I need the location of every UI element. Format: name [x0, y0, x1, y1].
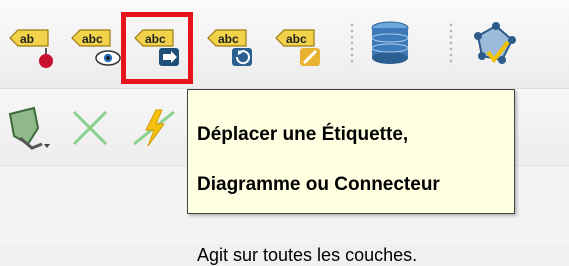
rotate-label-icon: abc — [207, 29, 252, 66]
rotate-label-tool-button[interactable]: abc — [202, 16, 258, 72]
database-tool-button[interactable] — [362, 16, 418, 72]
svg-text:abc: abc — [286, 32, 307, 46]
tooltip-title: Déplacer une Étiquette, Diagramme ou Con… — [197, 97, 505, 222]
database-icon — [371, 21, 409, 64]
edit-label-icon: abc — [275, 29, 320, 66]
cross-lines-icon — [72, 110, 108, 146]
tooltip-body: Agit sur toutes les couches. — [197, 245, 418, 265]
svg-text:abc: abc — [82, 32, 103, 46]
change-label-tool-button[interactable]: abc — [270, 16, 326, 72]
topology-check-icon — [474, 22, 516, 64]
tooltip-title-line-2: Diagramme ou Connecteur — [197, 174, 440, 195]
toolbar-separator — [448, 22, 454, 66]
show-hide-labels-tool-button[interactable]: abc — [66, 16, 122, 72]
svg-text:abc: abc — [218, 32, 239, 46]
pin-labels-tool-button[interactable]: ab — [4, 16, 60, 72]
split-lightning-icon — [133, 109, 175, 147]
highlight-box — [121, 12, 193, 84]
reshape-features-tool-button[interactable] — [2, 100, 58, 156]
eye-label-icon: abc — [71, 29, 121, 66]
topology-tool-button[interactable] — [466, 16, 522, 72]
delete-ring-tool-button[interactable] — [62, 100, 118, 156]
split-features-tool-button[interactable] — [126, 100, 182, 156]
reshape-icon — [8, 106, 50, 150]
tooltip: Déplacer une Étiquette, Diagramme ou Con… — [187, 89, 515, 265]
tooltip-title-line-1: Déplacer une Étiquette, — [197, 124, 409, 145]
pin-label-icon: ab — [9, 29, 53, 68]
toolbar-separator — [349, 22, 355, 66]
svg-text:ab: ab — [20, 32, 34, 46]
